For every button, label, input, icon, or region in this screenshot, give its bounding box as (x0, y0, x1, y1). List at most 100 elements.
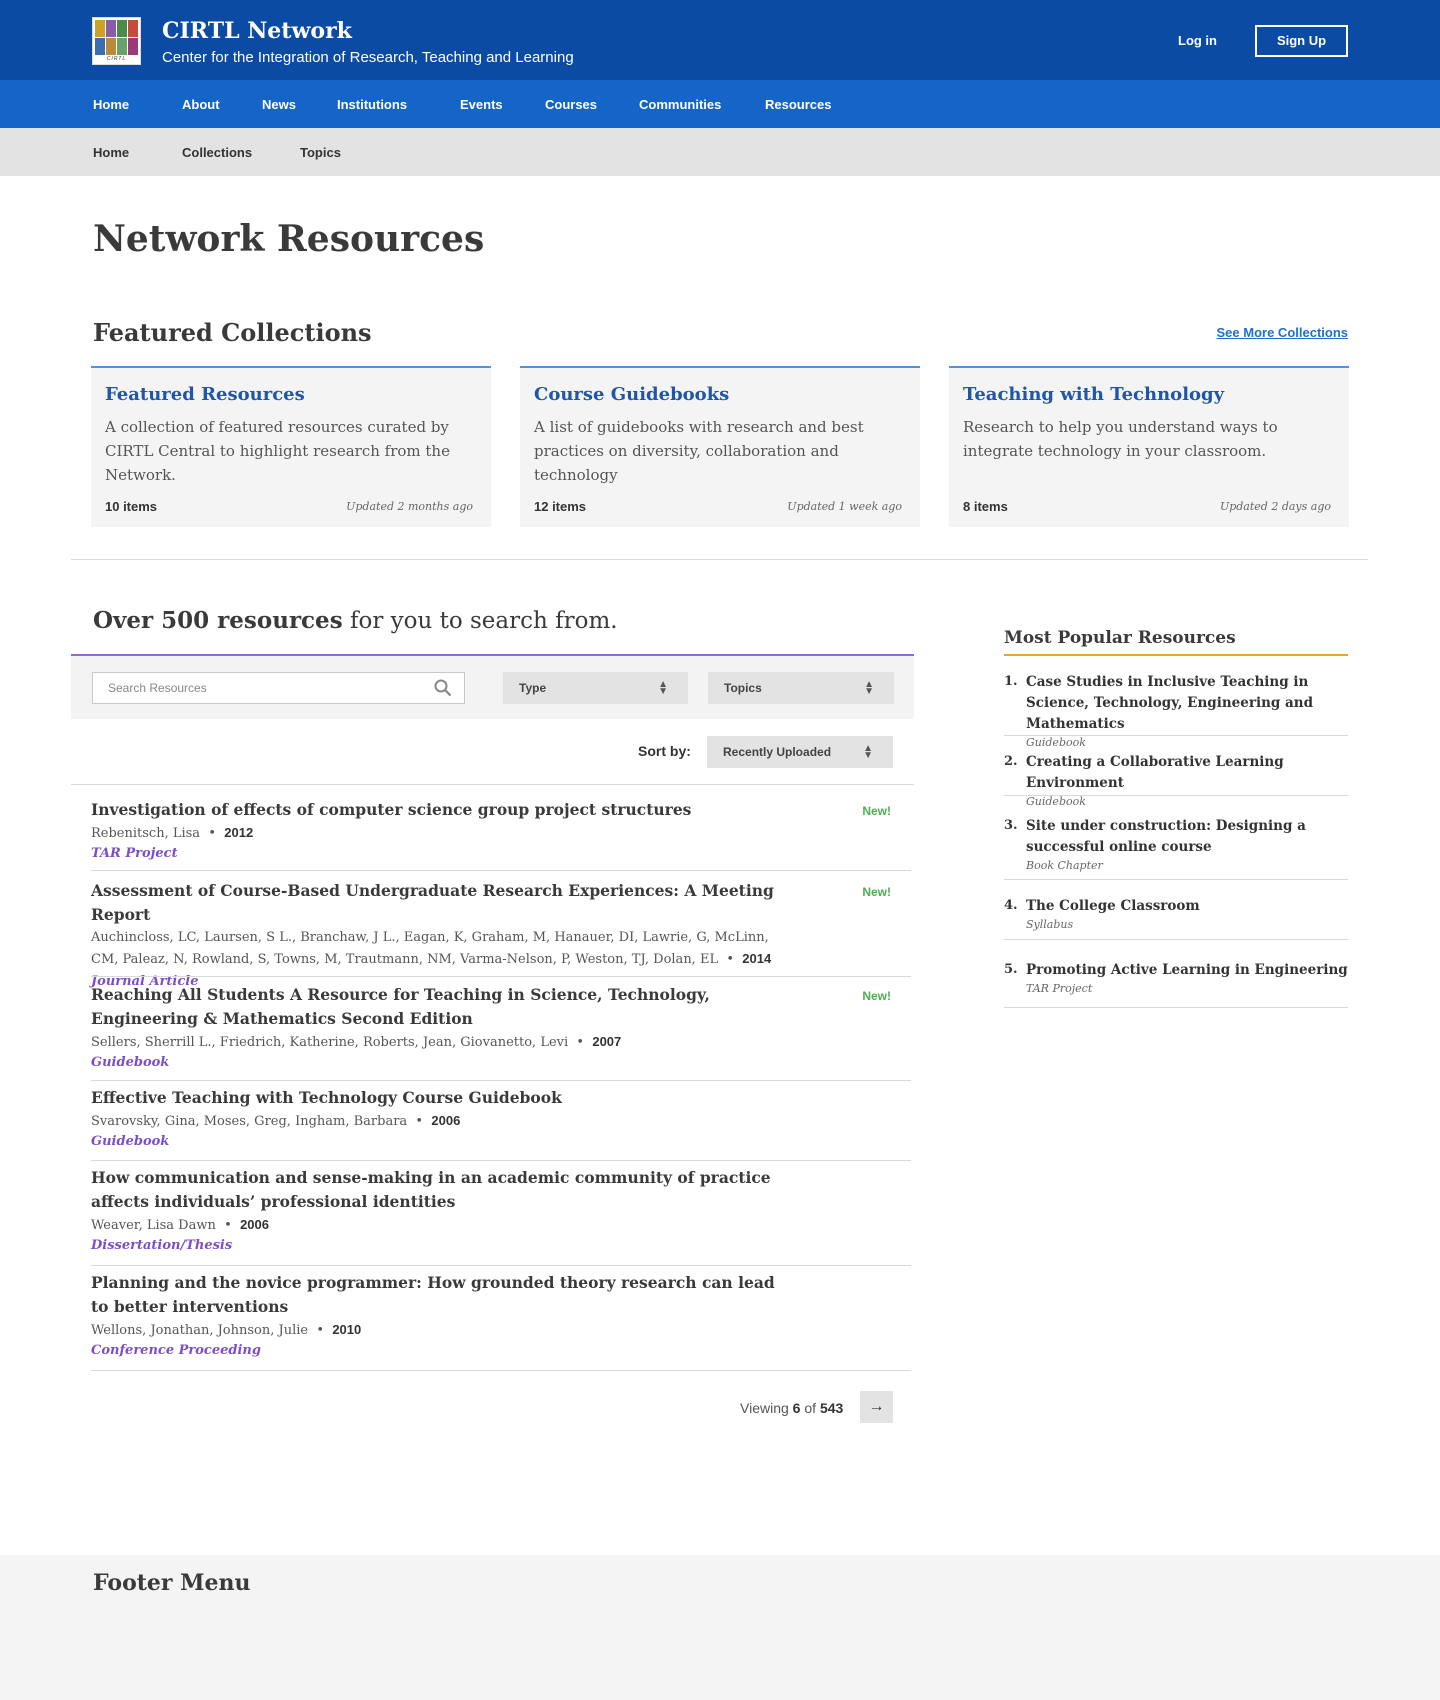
collection-card[interactable]: Course Guidebooks A list of guidebooks w… (520, 366, 920, 527)
resources-headline: Over 500 resources for you to search fro… (93, 607, 618, 634)
collection-updated: Updated 2 days ago (1219, 500, 1331, 513)
nav-institutions[interactable]: Institutions (337, 97, 407, 112)
result-item[interactable]: How communication and sense-making in an… (91, 1166, 911, 1253)
popular-type: Guidebook (1026, 736, 1086, 749)
result-authors: Weaver, Lisa Dawn • 2006 (91, 1217, 269, 1233)
popular-item[interactable]: 5. Promoting Active Learning in Engineer… (1004, 960, 1348, 1008)
result-item[interactable]: Reaching All Students A Resource for Tea… (91, 983, 911, 1070)
resources-headline-bold: Over 500 resources (93, 607, 343, 634)
collection-title[interactable]: Course Guidebooks (534, 384, 729, 405)
logo-text: CIRTL (95, 56, 138, 62)
result-divider (91, 1160, 911, 1161)
popular-title[interactable]: Site under construction: Designing a suc… (1026, 816, 1348, 858)
search-filter-bar: Search Resources Type ▲ ▼ Topics ▲ ▼ (71, 654, 914, 719)
popular-item[interactable]: 1. Case Studies in Inclusive Teaching in… (1004, 672, 1348, 749)
result-title[interactable]: How communication and sense-making in an… (91, 1166, 781, 1214)
popular-title[interactable]: Creating a Collaborative Learning Enviro… (1026, 752, 1348, 794)
see-more-collections-link[interactable]: See More Collections (1217, 325, 1348, 340)
popular-type: Guidebook (1026, 795, 1086, 808)
popular-title[interactable]: Case Studies in Inclusive Teaching in Sc… (1026, 672, 1348, 735)
result-authors: Wellons, Jonathan, Johnson, Julie • 2010 (91, 1322, 362, 1338)
result-authors: Sellers, Sherrill L., Friedrich, Katheri… (91, 1034, 622, 1050)
nav-home[interactable]: Home (93, 97, 129, 112)
search-input[interactable]: Search Resources (92, 672, 465, 704)
sort-label: Sort by: (638, 743, 691, 759)
popular-title[interactable]: The College Classroom (1026, 896, 1348, 917)
result-divider (91, 1080, 911, 1081)
new-badge: New! (862, 804, 891, 818)
collection-updated: Updated 1 week ago (787, 500, 902, 513)
collection-description: Research to help you understand ways to … (963, 418, 1278, 460)
topics-select-label: Topics (724, 681, 762, 695)
popular-title[interactable]: Promoting Active Learning in Engineering (1026, 960, 1348, 981)
result-divider (91, 870, 911, 871)
collection-title[interactable]: Teaching with Technology (963, 384, 1224, 405)
result-title[interactable]: Investigation of effects of computer sci… (91, 798, 781, 822)
result-type[interactable]: Dissertation/Thesis (91, 1238, 911, 1253)
result-authors-text: Auchincloss, LC, Laursen, S L., Branchaw… (91, 930, 769, 967)
result-type[interactable]: TAR Project (91, 846, 911, 861)
popular-type: Book Chapter (1026, 859, 1103, 872)
viewing-count: 6 (792, 1400, 801, 1416)
search-placeholder: Search Resources (108, 681, 207, 695)
result-type[interactable]: Conference Proceeding (91, 1343, 911, 1358)
new-badge: New! (862, 885, 891, 899)
cirtl-logo[interactable]: CIRTL (92, 17, 141, 65)
nav-news[interactable]: News (262, 97, 296, 112)
popular-item[interactable]: 4. The College Classroom Syllabus (1004, 896, 1348, 940)
search-icon[interactable] (434, 679, 452, 697)
result-year: 2006 (240, 1217, 269, 1232)
nav-communities[interactable]: Communities (639, 97, 721, 112)
signup-button[interactable]: Sign Up (1255, 25, 1348, 57)
collection-title[interactable]: Featured Resources (105, 384, 305, 405)
subnav-collections[interactable]: Collections (182, 145, 252, 160)
result-title[interactable]: Planning and the novice programmer: How … (91, 1271, 781, 1319)
result-year: 2007 (592, 1034, 622, 1049)
result-authors-text: Wellons, Jonathan, Johnson, Julie (91, 1323, 309, 1338)
result-item[interactable]: Planning and the novice programmer: How … (91, 1271, 911, 1358)
result-authors: Auchincloss, LC, Laursen, S L., Branchaw… (91, 930, 772, 967)
result-title[interactable]: Reaching All Students A Resource for Tea… (91, 983, 781, 1031)
type-select[interactable]: Type ▲ ▼ (503, 672, 688, 704)
select-arrows-icon: ▲ ▼ (863, 743, 873, 761)
result-divider (91, 1265, 911, 1266)
result-year: 2006 (431, 1113, 461, 1128)
nav-events[interactable]: Events (460, 97, 503, 112)
collection-description: A list of guidebooks with research and b… (534, 418, 864, 484)
result-authors: Svarovsky, Gina, Moses, Greg, Ingham, Ba… (91, 1113, 461, 1129)
popular-item[interactable]: 2. Creating a Collaborative Learning Env… (1004, 752, 1348, 808)
section-divider (71, 559, 1368, 560)
result-title[interactable]: Assessment of Course-Based Undergraduate… (91, 879, 781, 927)
result-title[interactable]: Effective Teaching with Technology Cours… (91, 1086, 781, 1110)
results-top-rule (71, 784, 914, 785)
login-link[interactable]: Log in (1178, 33, 1217, 48)
result-item[interactable]: Effective Teaching with Technology Cours… (91, 1086, 911, 1149)
result-item[interactable]: Investigation of effects of computer sci… (91, 798, 911, 861)
subnav-topics[interactable]: Topics (300, 145, 341, 160)
result-divider (91, 976, 911, 977)
site-title[interactable]: CIRTL Network (162, 18, 352, 44)
type-select-label: Type (519, 681, 547, 695)
nav-courses[interactable]: Courses (545, 97, 597, 112)
result-type[interactable]: Guidebook (91, 1134, 911, 1149)
result-authors: Rebenitsch, Lisa • 2012 (91, 825, 254, 841)
result-item[interactable]: Assessment of Course-Based Undergraduate… (91, 879, 911, 989)
footer-menu-heading: Footer Menu (93, 1570, 251, 1596)
topics-select[interactable]: Topics ▲ ▼ (708, 672, 894, 704)
collection-updated: Updated 2 months ago (346, 500, 473, 513)
nav-about[interactable]: About (182, 97, 220, 112)
main-nav: Home About News Institutions Events Cour… (0, 80, 1440, 128)
collection-item-count: 10 items (105, 499, 158, 514)
popular-type: Syllabus (1026, 918, 1074, 931)
collection-card[interactable]: Teaching with Technology Research to hel… (949, 366, 1349, 527)
sort-select[interactable]: Recently Uploaded ▲ ▼ (707, 736, 893, 768)
next-page-button[interactable]: → (860, 1391, 893, 1423)
subnav-home[interactable]: Home (93, 145, 129, 160)
popular-item[interactable]: 3. Site under construction: Designing a … (1004, 816, 1348, 880)
collection-description: A collection of featured resources curat… (105, 418, 450, 484)
result-type[interactable]: Guidebook (91, 1055, 911, 1070)
collection-card[interactable]: Featured Resources A collection of featu… (91, 366, 491, 527)
nav-resources[interactable]: Resources (765, 97, 831, 112)
featured-collections-heading: Featured Collections (93, 318, 372, 347)
select-arrows-icon: ▲ ▼ (864, 679, 874, 697)
